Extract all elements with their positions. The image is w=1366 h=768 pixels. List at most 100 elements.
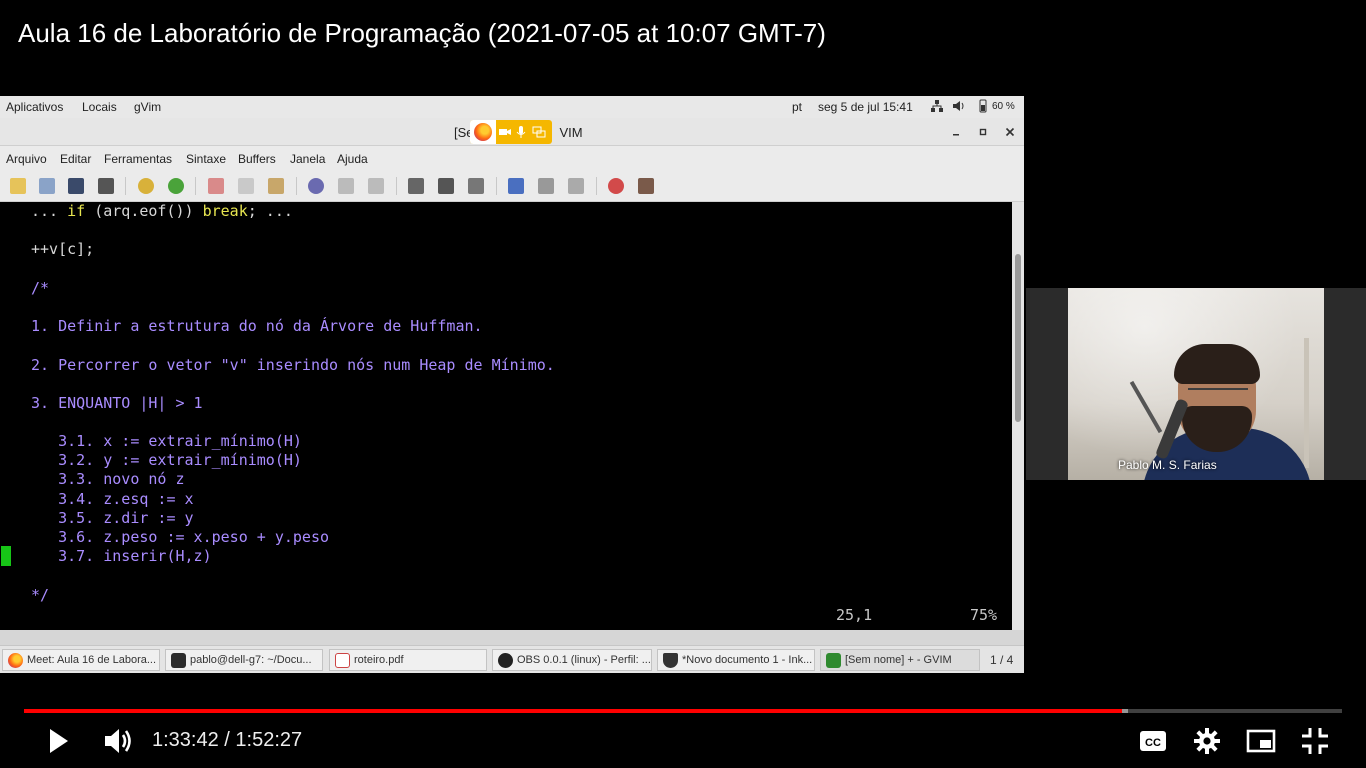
participant-video-tile[interactable]: Pablo M. S. Farias — [1026, 288, 1366, 480]
screen-share-icon — [532, 125, 546, 139]
task-inkscape[interactable]: *Novo documento 1 - Ink... — [657, 649, 815, 671]
keyword-break: break — [202, 202, 248, 220]
cut-icon[interactable] — [208, 178, 224, 194]
obs-icon — [498, 653, 513, 668]
load-session-icon[interactable] — [408, 178, 424, 194]
undo-icon[interactable] — [138, 178, 154, 194]
menu-buffers[interactable]: Buffers — [238, 152, 276, 166]
progress-played — [24, 709, 1122, 713]
exit-fullscreen-button[interactable] — [1299, 725, 1331, 757]
camera-icon — [498, 125, 512, 139]
make-icon[interactable] — [508, 178, 524, 194]
save-session-icon[interactable] — [438, 178, 454, 194]
miniplayer-icon — [1246, 729, 1276, 753]
find-help-icon[interactable] — [638, 178, 654, 194]
code-line-11: 3.5. z.dir := y — [31, 509, 194, 527]
minimize-button[interactable] — [948, 124, 964, 140]
tags-icon[interactable] — [568, 178, 584, 194]
cursor-position: 25,1 — [836, 606, 873, 624]
inkscape-icon — [663, 653, 678, 668]
code-line-3: /* — [31, 279, 50, 297]
video-title: Aula 16 de Laboratório de Programação (2… — [18, 18, 826, 48]
gvim-toolbar — [0, 170, 1024, 202]
gnome-top-panel: Aplicativos Locais gVim pt seg 5 de jul … — [0, 96, 1024, 118]
shared-screen: Aplicativos Locais gVim pt seg 5 de jul … — [0, 96, 1024, 673]
save-all-icon[interactable] — [39, 178, 55, 194]
exit-fullscreen-icon — [1302, 728, 1328, 754]
panel-menu-gvim[interactable]: gVim — [134, 100, 161, 114]
task-meet[interactable]: Meet: Aula 16 de Labora... — [2, 649, 160, 671]
task-pdf[interactable]: roteiro.pdf — [329, 649, 487, 671]
menu-ferramentas[interactable]: Ferramentas — [104, 152, 172, 166]
menu-editar[interactable]: Editar — [60, 152, 91, 166]
menu-sintaxe[interactable]: Sintaxe — [186, 152, 226, 166]
print-icon[interactable] — [98, 178, 114, 194]
code-line-7: 3.1. x := extrair_mínimo(H) — [31, 432, 302, 450]
redo-icon[interactable] — [168, 178, 184, 194]
settings-icon — [1194, 728, 1220, 754]
maximize-button[interactable] — [975, 124, 991, 140]
scrollbar-thumb[interactable] — [1015, 254, 1021, 422]
menu-arquivo[interactable]: Arquivo — [6, 152, 47, 166]
code-line-9: 3.3. novo nó z — [31, 470, 185, 488]
code-line-1: ... if (arq.eof()) break; ... — [31, 202, 293, 220]
terminal-icon — [171, 653, 186, 668]
paste-icon[interactable] — [268, 178, 284, 194]
panel-menu-applications[interactable]: Aplicativos — [6, 100, 63, 114]
panel-clock[interactable]: seg 5 de jul 15:41 — [818, 100, 913, 114]
keyword-if: if — [67, 202, 86, 220]
play-button[interactable] — [42, 725, 74, 757]
open-icon[interactable] — [10, 178, 26, 194]
panel-menu-places[interactable]: Locais — [82, 100, 117, 114]
text-cursor — [1, 546, 11, 566]
time-display: 1:33:42 / 1:52:27 — [152, 729, 303, 751]
save-icon[interactable] — [68, 178, 84, 194]
gvim-editor[interactable]: ... if (arq.eof()) break; ... ++v[c]; /*… — [0, 202, 1012, 630]
code-line-13: 3.7. inserir(H,z) — [31, 547, 212, 565]
participant-name: Pablo M. S. Farias — [1118, 458, 1217, 472]
settings-button[interactable] — [1191, 725, 1223, 757]
code-line-10: 3.4. z.esq := x — [31, 490, 194, 508]
mute-button[interactable] — [102, 725, 134, 757]
captions-icon: CC — [1140, 731, 1166, 751]
find-replace-icon[interactable] — [308, 178, 324, 194]
task-gvim[interactable]: [Sem nome] + - GVIM — [820, 649, 980, 671]
close-button[interactable] — [1002, 124, 1018, 140]
pdf-icon — [335, 653, 350, 668]
volume-icon[interactable] — [952, 99, 966, 113]
menu-ajuda[interactable]: Ajuda — [337, 152, 368, 166]
scroll-percent: 75% — [970, 606, 998, 624]
task-terminal[interactable]: pablo@dell-g7: ~/Docu... — [165, 649, 323, 671]
video-progress-bar[interactable] — [24, 709, 1342, 713]
gvim-icon — [826, 653, 841, 668]
microphone-icon — [514, 125, 528, 139]
code-line-6: 3. ENQUANTO |H| > 1 — [31, 394, 203, 412]
menu-janela[interactable]: Janela — [290, 152, 325, 166]
gvim-titlebar[interactable]: [Se VIM — [0, 118, 1024, 146]
code-line-2: ++v[c]; — [31, 240, 95, 258]
volume-icon — [105, 729, 131, 753]
run-script-icon[interactable] — [468, 178, 484, 194]
shell-icon[interactable] — [538, 178, 554, 194]
window-list-taskbar: Meet: Aula 16 de Labora... pablo@dell-g7… — [0, 645, 1024, 673]
keyboard-layout[interactable]: pt — [792, 100, 802, 114]
workspace-switcher[interactable]: 1 / 4 — [990, 653, 1013, 667]
svg-text:CC: CC — [1145, 737, 1161, 749]
screen-share-indicator[interactable] — [470, 120, 552, 144]
task-obs[interactable]: OBS 0.0.1 (linux) - Perfil: ... — [492, 649, 652, 671]
find-prev-icon[interactable] — [368, 178, 384, 194]
captions-button[interactable]: CC — [1137, 725, 1169, 757]
battery-percent: 60 % — [992, 101, 1015, 112]
editor-scrollbar[interactable] — [1012, 202, 1024, 630]
participant-video: Pablo M. S. Farias — [1068, 288, 1324, 480]
code-line-8: 3.2. y := extrair_mínimo(H) — [31, 451, 302, 469]
network-icon[interactable] — [930, 99, 944, 113]
copy-icon[interactable] — [238, 178, 254, 194]
miniplayer-button[interactable] — [1245, 725, 1277, 757]
gvim-menubar: Arquivo Editar Ferramentas Sintaxe Buffe… — [0, 146, 1024, 170]
firefox-icon — [8, 653, 23, 668]
battery-icon[interactable] — [976, 99, 990, 113]
find-next-icon[interactable] — [338, 178, 354, 194]
code-line-14: */ — [31, 586, 50, 604]
help-icon[interactable] — [608, 178, 624, 194]
